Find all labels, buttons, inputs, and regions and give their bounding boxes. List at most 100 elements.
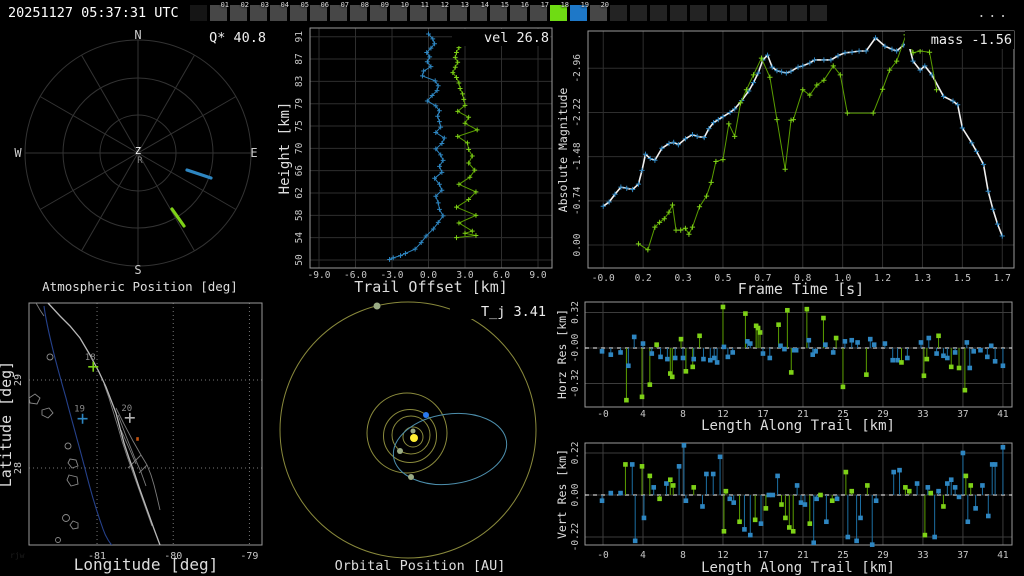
svg-text:1.5: 1.5 (954, 273, 971, 284)
dashboard-scene: N S E W Z R Q* 40.8 Atmospheric Position… (0, 27, 1015, 576)
svg-text:37: 37 (957, 409, 968, 420)
map-xlabel: Longitude [deg] (74, 555, 219, 574)
svg-text:54: 54 (294, 232, 305, 244)
magnitude-panel[interactable]: -0.0 0.2 0.3 0.5 0.7 0.8 1.0 1.2 1.3 1.5 1.70.00-0… (556, 30, 1015, 298)
svg-text:-0: -0 (597, 550, 609, 561)
svg-text:-0.22: -0.22 (570, 523, 581, 552)
meteor-analysis-app: 20251127 05:37:31 UTC 01 02 03 04 05 06 07 08 09… (0, 0, 1024, 576)
vert-residuals-panel[interactable]: -0 4 8 12 17 21 25 29 33 37 410.220.00-0.22 Vert R… (555, 442, 1013, 576)
svg-text:-0.00: -0.00 (570, 333, 581, 362)
orbital-diagram (279, 301, 537, 559)
atmospheric-title: Atmospheric Position [deg] (42, 279, 238, 294)
station-marker-19[interactable]: 19 (74, 405, 88, 424)
svg-text:0.00: 0.00 (572, 233, 583, 256)
atmospheric-position-panel[interactable]: N S E W Z R Q* 40.8 Atmospheric Position… (14, 28, 266, 294)
compass-e-label: E (250, 146, 257, 160)
trail-ylabel: Height [km] (277, 102, 293, 195)
svg-text:83: 83 (294, 76, 305, 87)
green-camera-track (170, 207, 186, 228)
ground-map-panel[interactable]: -81 -80 -792928 1819 20 Latitude [deg] L… (0, 302, 263, 574)
impact-mark (136, 437, 139, 441)
svg-text:0.5: 0.5 (714, 273, 731, 284)
planet-marker-mercury (410, 428, 416, 434)
horz-ylabel: Horz Res [km] (555, 309, 569, 399)
planet-orbit (279, 301, 537, 559)
planet-marker-jupiter (373, 302, 381, 310)
svg-text:91: 91 (294, 31, 305, 43)
meteoroid-orbit (392, 412, 508, 486)
svg-text:-2.22: -2.22 (572, 98, 583, 127)
trail-xlabel: Trail Offset [km] (354, 278, 508, 296)
svg-text:0.22: 0.22 (570, 442, 581, 465)
map-ylabel: Latitude [deg] (0, 361, 15, 487)
svg-text:-9.0: -9.0 (308, 270, 331, 281)
svg-text:79: 79 (294, 98, 305, 110)
horz-residuals-panel[interactable]: -0 4 8 12 17 21 25 29 33 37 410.32-0.00-0.32 Horz … (555, 301, 1013, 434)
q-stat: Q* 40.8 (209, 30, 266, 46)
trail-offset-plot: -9.0 -6.0 -3.0 0.0 3.0 6.0 9.05054586266707579… (294, 27, 553, 281)
compass-n-label: N (134, 28, 141, 42)
coastline-map (29, 303, 161, 545)
svg-text:8: 8 (680, 409, 686, 420)
svg-text:4: 4 (640, 409, 646, 420)
svg-text:8: 8 (680, 550, 686, 561)
svg-text:0.00: 0.00 (570, 483, 581, 506)
svg-text:33: 33 (917, 550, 928, 561)
svg-text:87: 87 (294, 53, 305, 64)
orbital-position-panel[interactable]: T_j 3.41 Orbital Position [AU] (279, 301, 548, 574)
svg-text:-2.96: -2.96 (572, 54, 583, 83)
svg-text:58: 58 (294, 209, 305, 221)
svg-text:1.2: 1.2 (874, 273, 891, 284)
polar-tracks (170, 168, 213, 228)
river-line (43, 305, 113, 545)
svg-text:41: 41 (997, 409, 1009, 420)
svg-text:62: 62 (294, 187, 305, 198)
station-label: 18 (85, 353, 96, 363)
svg-text:9.0: 9.0 (529, 270, 546, 281)
station-label: 20 (121, 404, 132, 414)
vert-xlabel: Length Along Trail [km] (701, 560, 895, 576)
planet-orbit (366, 392, 448, 474)
station-marker-18[interactable]: 18 (85, 353, 99, 372)
shoreline (47, 303, 161, 545)
planet-marker-venus (397, 448, 403, 454)
station-marker-20[interactable]: 20 (121, 404, 135, 423)
svg-text:4: 4 (640, 550, 646, 561)
tj-stat: T_j 3.41 (481, 304, 546, 320)
vert-residuals-plot: -0 4 8 12 17 21 25 29 33 37 410.220.00-0.22 (570, 442, 1013, 561)
horz-residuals-plot: -0 4 8 12 17 21 25 29 33 37 410.32-0.00-0.32 (570, 301, 1013, 420)
svg-text:37: 37 (957, 550, 968, 561)
compass-s-label: S (134, 263, 141, 277)
horz-xlabel: Length Along Trail [km] (701, 418, 895, 434)
svg-text:-0: -0 (597, 409, 609, 420)
blue-camera-track (185, 168, 213, 180)
svg-text:66: 66 (294, 165, 305, 177)
meteoroid-marker (423, 412, 429, 418)
planet-marker-earth (408, 474, 414, 480)
svg-text:0.32: 0.32 (570, 301, 581, 324)
svg-text:-1.48: -1.48 (572, 142, 583, 171)
lakes (29, 353, 79, 543)
map-grid: -81 -80 -792928 (13, 302, 263, 562)
svg-text:70: 70 (294, 142, 305, 154)
magnitude-xlabel: Frame Time [s] (738, 280, 864, 298)
orbital-title: Orbital Position [AU] (335, 558, 506, 574)
svg-text:-0.74: -0.74 (572, 186, 583, 215)
compass-w-label: W (14, 146, 22, 160)
vel-stat: vel 26.8 (484, 30, 549, 46)
svg-text:41: 41 (997, 550, 1009, 561)
station-label: 19 (74, 405, 85, 415)
sun-marker (410, 434, 418, 442)
svg-text:50: 50 (294, 254, 305, 266)
vert-ylabel: Vert Res [km] (555, 449, 569, 539)
svg-text:0.2: 0.2 (635, 273, 652, 284)
map-stations: 18 19 20 (74, 353, 139, 441)
svg-text:0.3: 0.3 (674, 273, 691, 284)
svg-text:-0.0: -0.0 (592, 273, 615, 284)
planet-orbit (383, 409, 437, 463)
trail-offset-panel[interactable]: -9.0 -6.0 -3.0 0.0 3.0 6.0 9.05054586266707579… (277, 27, 553, 296)
watermark: rjw (10, 551, 25, 560)
svg-text:-79: -79 (240, 551, 258, 562)
svg-text:-0.32: -0.32 (570, 369, 581, 398)
mass-stat: mass -1.56 (931, 32, 1012, 48)
